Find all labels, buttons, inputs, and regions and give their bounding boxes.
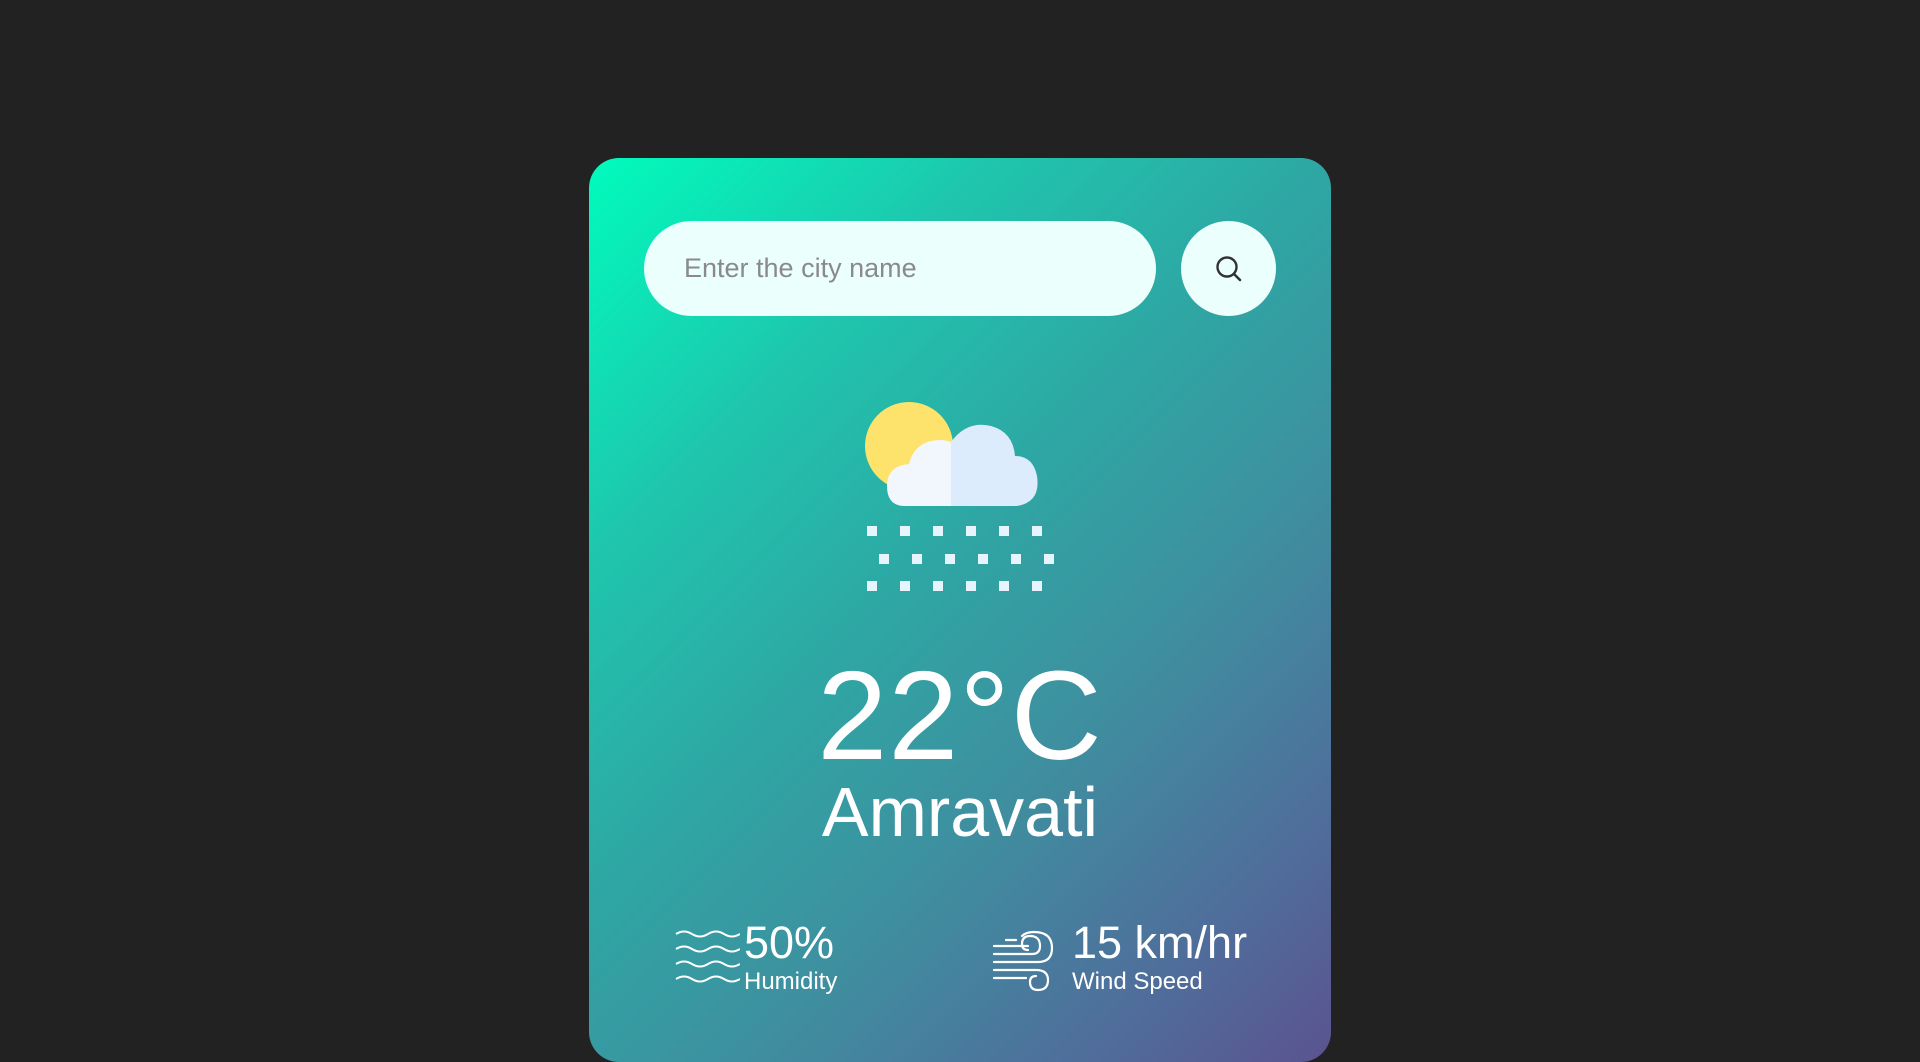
humidity-waves-icon bbox=[675, 930, 740, 983]
humidity-value: 50% bbox=[744, 917, 835, 968]
snow-cloud-sun-icon bbox=[865, 398, 1065, 598]
search-icon bbox=[1215, 255, 1241, 281]
search-button[interactable] bbox=[1181, 221, 1276, 316]
humidity-label: Humidity bbox=[744, 968, 838, 995]
wind-icon bbox=[992, 930, 1054, 992]
weather-card: 22°C Amravati 50% Humidity 15 km/hr bbox=[589, 158, 1331, 1062]
wind-speed-label: Wind Speed bbox=[1072, 968, 1203, 995]
temperature: 22°C bbox=[817, 645, 1103, 786]
city-name: Amravati bbox=[821, 773, 1099, 851]
search-bar bbox=[644, 221, 1276, 316]
wind-speed-value: 15 km/hr bbox=[1072, 917, 1248, 968]
humidity-detail: 50% Humidity bbox=[674, 918, 924, 998]
wind-detail: 15 km/hr Wind Speed bbox=[992, 918, 1272, 998]
city-search-input[interactable] bbox=[644, 221, 1156, 316]
